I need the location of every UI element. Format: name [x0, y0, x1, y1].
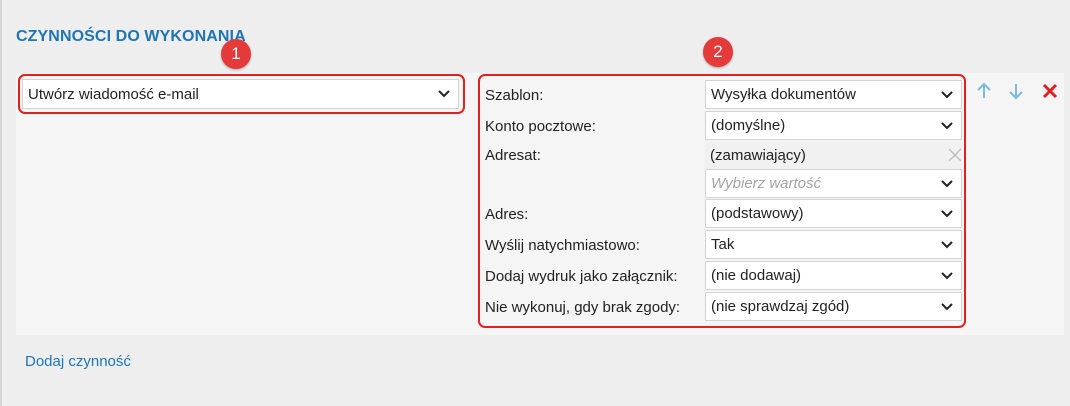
close-icon[interactable]	[1041, 82, 1059, 100]
highlight-box-1	[18, 74, 465, 114]
highlight-box-2	[478, 74, 966, 328]
add-action-link[interactable]: Dodaj czynność	[25, 353, 131, 370]
badge-2: 2	[703, 37, 733, 67]
window-left-edge	[0, 0, 2, 406]
badge-1: 1	[221, 39, 251, 69]
arrow-down-icon[interactable]	[1007, 82, 1025, 100]
section-title: CZYNNOŚCI DO WYKONANIA	[16, 28, 246, 45]
arrow-up-icon[interactable]	[975, 82, 993, 100]
